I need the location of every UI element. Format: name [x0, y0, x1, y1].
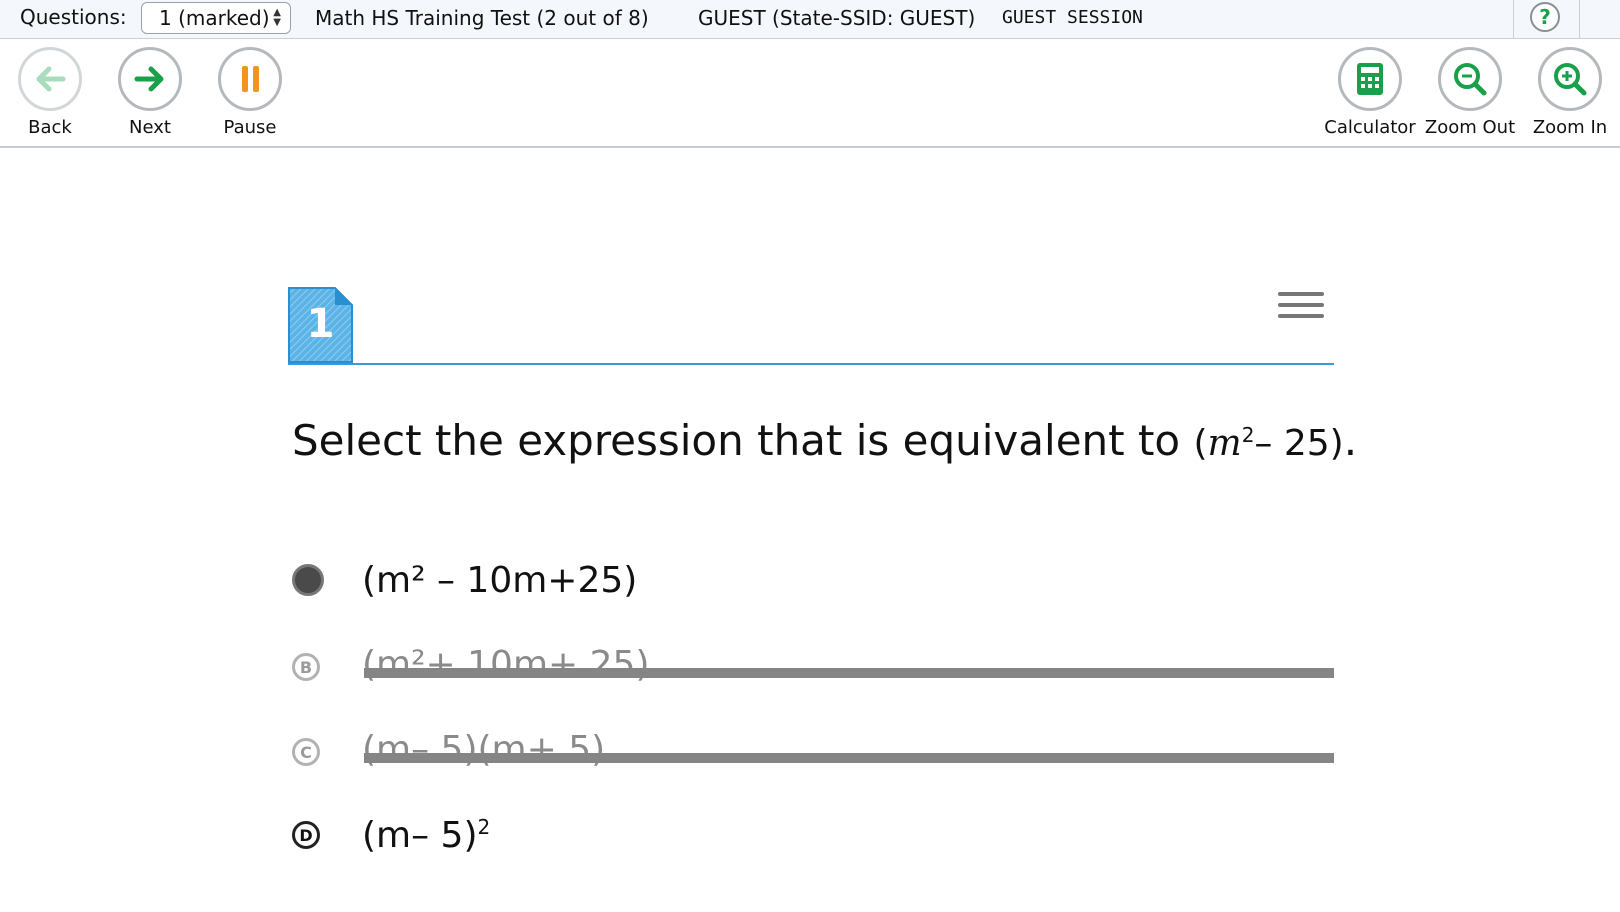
option-d-text: (m– 5)2 — [362, 815, 491, 856]
stem-expression: (m2– 25) — [1193, 423, 1344, 464]
next-arrow-icon — [134, 66, 164, 92]
option-c-strikethrough — [364, 753, 1334, 763]
option-c-radio[interactable]: C — [292, 738, 320, 766]
back-button[interactable]: Back — [0, 47, 100, 138]
questions-label: Questions: — [20, 5, 127, 29]
calculator-label: Calculator — [1324, 117, 1416, 138]
stem-period: . — [1343, 416, 1358, 465]
option-a[interactable]: (m² – 10m+25) — [288, 556, 1334, 606]
option-b-strikethrough — [364, 668, 1334, 678]
option-d[interactable]: D (m– 5)2 — [288, 811, 1334, 861]
option-a-radio-selected[interactable] — [292, 564, 324, 596]
option-d-radio[interactable]: D — [292, 821, 320, 849]
pause-icon — [242, 66, 259, 92]
divider — [1579, 0, 1580, 38]
option-b-text: (m²+ 10m+ 25) — [362, 644, 650, 685]
option-d-exponent: 2 — [477, 815, 491, 839]
zoom-out-label: Zoom Out — [1424, 117, 1516, 138]
next-label: Next — [129, 117, 171, 138]
toolbar: Back Next Pause Calculator Zoom Out Zoom… — [0, 39, 1620, 148]
zoom-in-button[interactable]: Zoom In — [1520, 47, 1620, 138]
zoom-out-button[interactable]: Zoom Out — [1420, 47, 1520, 138]
option-a-text: (m² – 10m+25) — [362, 560, 638, 601]
option-b[interactable]: B (m²+ 10m+ 25) — [288, 644, 1334, 694]
question-select-value: 1 (marked) — [159, 6, 270, 30]
zoom-in-icon — [1554, 63, 1587, 96]
back-label: Back — [28, 117, 72, 138]
test-title: Math HS Training Test (2 out of 8) — [315, 6, 649, 30]
option-c-text: (m– 5)(m+ 5) — [362, 729, 606, 770]
stem-text: Select the expression that is equivalent… — [292, 416, 1181, 465]
zoom-out-icon — [1454, 63, 1487, 96]
back-arrow-icon — [36, 66, 66, 92]
question-divider — [288, 363, 1334, 365]
question-stem: Select the expression that is equivalent… — [292, 416, 1357, 465]
option-b-radio[interactable]: B — [292, 653, 320, 681]
question-number-badge: 1 — [288, 287, 353, 363]
calculator-icon — [1357, 63, 1383, 95]
option-c[interactable]: C (m– 5)(m+ 5) — [288, 729, 1334, 779]
zoom-in-label: Zoom In — [1532, 117, 1608, 138]
calculator-button[interactable]: Calculator — [1320, 47, 1420, 138]
pause-label: Pause — [223, 117, 277, 138]
help-icon[interactable]: ? — [1530, 2, 1560, 32]
select-arrows-icon: ▲ ▼ — [273, 7, 281, 28]
divider — [1513, 0, 1514, 38]
session-id: GUEST SESSION — [1002, 7, 1143, 28]
question-number: 1 — [306, 301, 335, 347]
user-name: GUEST (State-SSID: GUEST) — [698, 6, 976, 30]
next-button[interactable]: Next — [100, 47, 200, 138]
top-info-bar: Questions: 1 (marked) ▲ ▼ Math HS Trainin… — [0, 0, 1620, 39]
question-select[interactable]: 1 (marked) ▲ ▼ — [141, 2, 291, 34]
pause-button[interactable]: Pause — [200, 47, 300, 138]
menu-icon[interactable] — [1278, 292, 1326, 326]
